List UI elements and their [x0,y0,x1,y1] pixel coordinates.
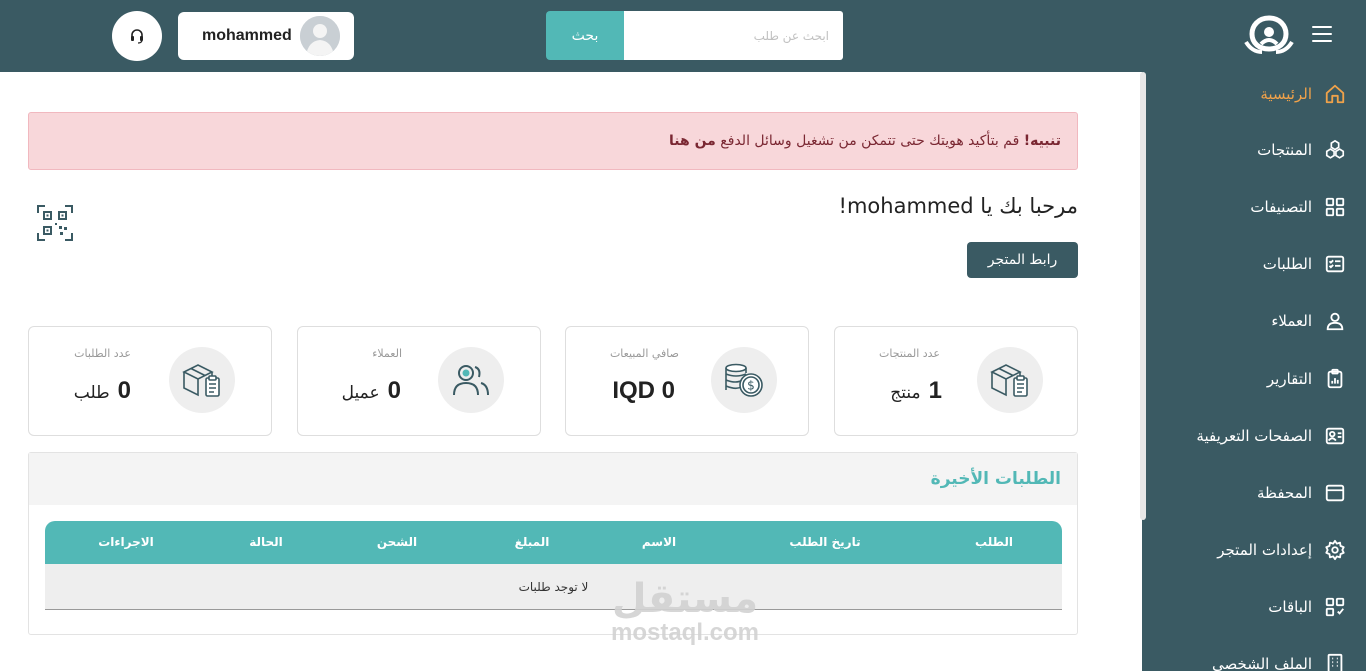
order-search: بحث [546,11,843,60]
sidebar-item-label: إعدادات المتجر [1217,541,1312,559]
scrollbar[interactable] [1140,72,1146,520]
qr-code-icon[interactable] [36,204,74,242]
wallet-icon [1325,484,1345,502]
orders-table: الطلب تاريخ الطلب الاسم المبلغ الشحن الح… [45,521,1062,610]
profile-card-icon [1325,427,1345,445]
sidebar-item-pages[interactable]: الصفحات التعريفية [1196,422,1346,450]
table-header: الطلب تاريخ الطلب الاسم المبلغ الشحن الح… [45,521,1062,564]
column-header: الشحن [376,535,418,549]
stat-title: عدد المنتجات [879,347,940,360]
stat-value: IQD 0 [612,377,675,405]
stat-card-products: عدد المنتجات 1 منتج [834,326,1078,436]
sidebar-item-label: الرئيسية [1260,85,1312,103]
stat-value: 0 عميل [342,377,401,405]
report-icon [1327,368,1343,389]
watermark-arabic: مستقل [611,576,759,622]
stat-number: IQD 0 [612,377,675,404]
stat-title: عدد الطلبات [74,347,131,360]
alert-link[interactable]: من هنا [669,133,716,149]
stat-number: 0 [387,377,401,404]
brand-logo [1244,15,1294,54]
sidebar-item-customers[interactable]: العملاء [1271,307,1346,335]
sidebar-item-label: التصنيفات [1250,198,1312,216]
store-link-button[interactable]: رابط المتجر [967,242,1078,278]
sidebar-item-home[interactable]: الرئيسية [1260,80,1346,108]
stat-card-sales: $ صافي المبيعات IQD 0 [565,326,809,436]
sidebar-item-profile[interactable]: الملف الشخصي [1212,650,1346,671]
packages-icon [1325,597,1345,617]
sidebar-item-products[interactable]: المنتجات [1257,136,1346,164]
column-header: الاجراءات [98,535,154,549]
stat-card-orders: عدد الطلبات 0 طلب [28,326,272,436]
stat-icon-circle [438,347,504,413]
watermark: مستقل mostaql.com [600,578,770,658]
column-header: المبلغ [514,535,550,549]
recent-orders-title: الطلبات الأخيرة [930,469,1061,489]
sidebar-item-label: الملف الشخصي [1212,655,1312,671]
stat-title: العملاء [372,347,402,360]
alert-text: قم بتأكيد هويتك حتى تتمكن من تشغيل وسائل… [715,133,1024,149]
stat-icon-circle [977,347,1043,413]
column-header: الحالة [249,535,283,549]
products-icon [1325,139,1345,159]
column-header: تاريخ الطلب [789,535,861,549]
watermark-latin: mostaql.com [610,619,760,646]
sidebar-item-packages[interactable]: الباقات [1268,593,1346,621]
alert-strong: تنبيه! [1023,133,1061,149]
stat-icon-circle: $ [711,347,777,413]
sidebar-item-label: المنتجات [1257,141,1312,159]
building-icon [1327,653,1343,671]
support-button[interactable] [112,11,162,61]
sidebar-item-label: الباقات [1268,598,1312,616]
user-icon [1326,312,1344,331]
sidebar-item-label: العملاء [1271,312,1312,330]
sidebar-item-store-settings[interactable]: إعدادات المتجر [1217,536,1346,564]
empty-row: لا توجد طلبات [45,564,1062,610]
sidebar-item-wallet[interactable]: المحفظة [1257,479,1346,507]
home-icon [1325,84,1345,104]
grid-icon [1325,197,1345,217]
stat-number: 1 [928,377,942,404]
gear-icon [1325,539,1345,561]
top-bar: بحث mohammed [0,0,1366,72]
column-header: الاسم [641,535,677,549]
verification-alert: تنبيه! قم بتأكيد هويتك حتى تتمكن من تشغي… [28,112,1078,170]
search-input[interactable] [624,11,843,60]
sidebar-item-label: الطلبات [1262,255,1312,273]
user-name: mohammed [202,27,292,44]
search-button[interactable]: بحث [546,11,624,60]
stat-unit: منتج [890,383,921,403]
sidebar-item-categories[interactable]: التصنيفات [1250,193,1346,221]
stat-title: صافي المبيعات [609,347,679,360]
box-clipboard-icon [182,364,220,397]
sidebar-item-label: الصفحات التعريفية [1196,427,1312,445]
users-icon [453,365,489,396]
user-menu[interactable]: mohammed [178,12,354,60]
sidebar-item-orders[interactable]: الطلبات [1263,250,1346,278]
menu-icon[interactable] [1312,26,1332,44]
column-header: الطلب [975,535,1013,549]
stat-card-customers: العملاء 0 عميل [297,326,541,436]
stat-value: 0 طلب [74,377,131,405]
sidebar: الرئيسية المنتجات التصنيفات الطلبات العم… [1142,72,1366,671]
welcome-title: مرحبا بك يا mohammed! [838,194,1078,218]
orders-list-icon [1325,255,1345,273]
recent-orders-panel: الطلبات الأخيرة الطلب تاريخ الطلب الاسم … [28,452,1078,635]
stat-value: 1 منتج [890,377,942,405]
coins-icon: $ [725,363,763,397]
stat-unit: عميل [341,383,380,403]
avatar [300,16,340,56]
box-clipboard-icon [990,364,1028,397]
stat-unit: طلب [73,383,110,403]
sidebar-item-label: المحفظة [1256,484,1312,502]
stat-number: 0 [117,377,131,404]
sidebar-item-label: التقارير [1266,370,1312,388]
svg-text:$: $ [747,379,755,393]
stat-icon-circle [169,347,235,413]
headset-icon [131,29,143,44]
sidebar-item-reports[interactable]: التقارير [1267,365,1346,393]
recent-orders-header: الطلبات الأخيرة [29,453,1077,505]
